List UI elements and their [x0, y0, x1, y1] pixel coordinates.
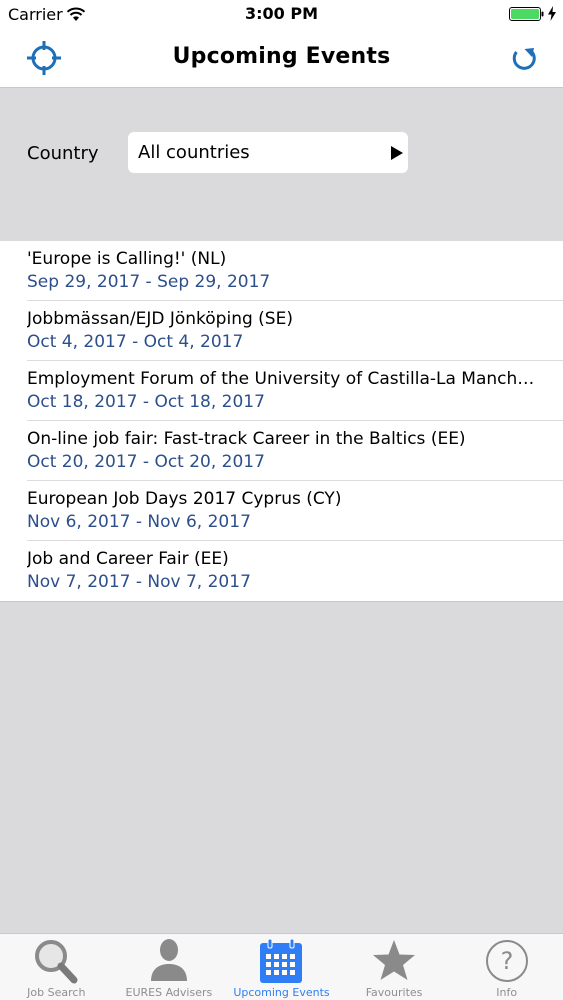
event-row[interactable]: 'Europe is Calling!' (NL) Sep 29, 2017 -…	[27, 241, 563, 301]
event-row[interactable]: Employment Forum of the University of Ca…	[27, 361, 563, 421]
tab-bar: Job Search EURES Advisers Upcoming Event…	[0, 933, 563, 1000]
tab-favourites[interactable]: Favourites	[338, 934, 451, 1000]
tab-label: Info	[496, 986, 518, 999]
play-arrow-icon	[391, 146, 403, 160]
charging-bolt-icon	[548, 6, 556, 21]
tab-label: Upcoming Events	[233, 986, 330, 999]
events-list: 'Europe is Calling!' (NL) Sep 29, 2017 -…	[0, 241, 563, 602]
star-icon	[373, 940, 416, 980]
event-title: On-line job fair: Fast-track Career in t…	[27, 429, 466, 449]
clock: 3:00 PM	[244, 4, 318, 23]
filter-panel: Country All countries	[0, 88, 563, 241]
question-icon: ?	[485, 940, 528, 982]
person-icon	[150, 939, 187, 981]
event-title: European Job Days 2017 Cyprus (CY)	[27, 489, 342, 509]
tab-label: Favourites	[365, 986, 423, 999]
event-dates: Oct 4, 2017 - Oct 4, 2017	[27, 332, 244, 352]
event-dates: Sep 29, 2017 - Sep 29, 2017	[27, 272, 271, 292]
svg-text:?: ?	[500, 947, 513, 975]
refresh-button[interactable]	[504, 38, 544, 78]
event-row[interactable]: Job and Career Fair (EE) Nov 7, 2017 - N…	[27, 541, 563, 601]
country-label: Country	[27, 143, 99, 164]
event-dates: Nov 7, 2017 - Nov 7, 2017	[27, 572, 251, 592]
refresh-icon	[512, 48, 536, 70]
calendar-icon	[260, 938, 303, 983]
magnifier-icon	[35, 940, 78, 984]
event-title: Employment Forum of the University of Ca…	[27, 369, 535, 389]
event-title: Jobbmässan/EJD Jönköping (SE)	[27, 309, 293, 329]
status-bar: Carrier 3:00 PM	[0, 0, 563, 30]
battery-icon	[509, 7, 544, 21]
country-select-value: All countries	[138, 142, 250, 163]
event-row[interactable]: Jobbmässan/EJD Jönköping (SE) Oct 4, 201…	[27, 301, 563, 361]
event-title: Job and Career Fair (EE)	[27, 549, 229, 569]
event-dates: Oct 18, 2017 - Oct 18, 2017	[27, 392, 265, 412]
event-title: 'Europe is Calling!' (NL)	[27, 249, 227, 269]
country-select[interactable]: All countries	[128, 132, 408, 173]
tab-label: Job Search	[27, 986, 86, 999]
navigation-bar: Upcoming Events	[0, 30, 563, 88]
event-dates: Nov 6, 2017 - Nov 6, 2017	[27, 512, 251, 532]
tab-label: EURES Advisers	[125, 986, 213, 999]
event-row[interactable]: European Job Days 2017 Cyprus (CY) Nov 6…	[27, 481, 563, 541]
page-title: Upcoming Events	[172, 44, 391, 69]
tab-eures-advisers[interactable]: EURES Advisers	[113, 934, 226, 1000]
event-dates: Oct 20, 2017 - Oct 20, 2017	[27, 452, 265, 472]
event-row[interactable]: On-line job fair: Fast-track Career in t…	[27, 421, 563, 481]
tab-upcoming-events[interactable]: Upcoming Events	[225, 934, 338, 1000]
tab-info[interactable]: ? Info	[450, 934, 563, 1000]
tab-job-search[interactable]: Job Search	[0, 934, 113, 1000]
